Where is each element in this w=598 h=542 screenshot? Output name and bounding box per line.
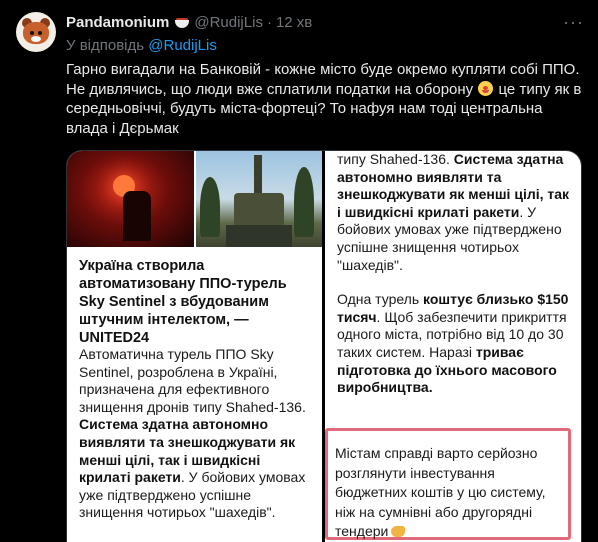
separator-dot: ·	[266, 13, 272, 31]
food-bowl-emoji-icon	[174, 15, 190, 29]
pointing-hand-icon	[391, 526, 406, 537]
reply-prefix: У відповідь	[66, 37, 145, 54]
screenshot-right-panel: типу Shahed-136. Система здатна автономн…	[325, 151, 581, 542]
author-handle[interactable]: @RudijLis	[194, 14, 263, 31]
screenshot-left-panel: Україна створила автоматизовану ППО-туре…	[67, 151, 322, 542]
article-body-left: Автоматична турель ППО Sky Sentinel, роз…	[79, 346, 315, 522]
highlight-text: Містам справді варто серйозно розглянути…	[335, 445, 546, 539]
paragraph-2: Одна турель коштує близько $150 тисяч. Щ…	[337, 291, 573, 397]
tweet-text: Гарно вигадали на Банковій - кожне місто…	[66, 60, 586, 138]
reply-to-link[interactable]: @RudijLis	[148, 37, 217, 54]
paragraph-1: типу Shahed-136. Система здатна автономн…	[337, 151, 573, 274]
reply-context: У відповідь @RudijLis	[66, 37, 217, 54]
body-text: типу Shahed-136.	[337, 151, 454, 167]
body-text: Одна турель	[337, 291, 424, 308]
timestamp[interactable]: 12 хв	[276, 14, 312, 31]
highlighted-text: Містам справді варто серйозно розглянути…	[335, 444, 569, 542]
article-body-right: типу Shahed-136. Система здатна автономн…	[337, 151, 573, 397]
clown-face-icon	[478, 80, 494, 96]
attached-image[interactable]: Україна створила автоматизовану ППО-туре…	[66, 150, 582, 542]
more-options-icon[interactable]: ···	[563, 12, 584, 33]
body-text: Автоматична турель ППО Sky Sentinel, роз…	[79, 346, 306, 415]
night-fire-photo	[67, 151, 194, 247]
article-title: Україна створила автоматизовану ППО-туре…	[79, 258, 287, 346]
avatar[interactable]	[16, 12, 56, 52]
tweet[interactable]: Pandamonium @RudijLis · 12 хв ··· У відп…	[0, 0, 598, 542]
author-name[interactable]: Pandamonium	[66, 14, 169, 31]
turret-photo	[196, 151, 322, 247]
tweet-header: Pandamonium @RudijLis · 12 хв	[66, 12, 312, 32]
